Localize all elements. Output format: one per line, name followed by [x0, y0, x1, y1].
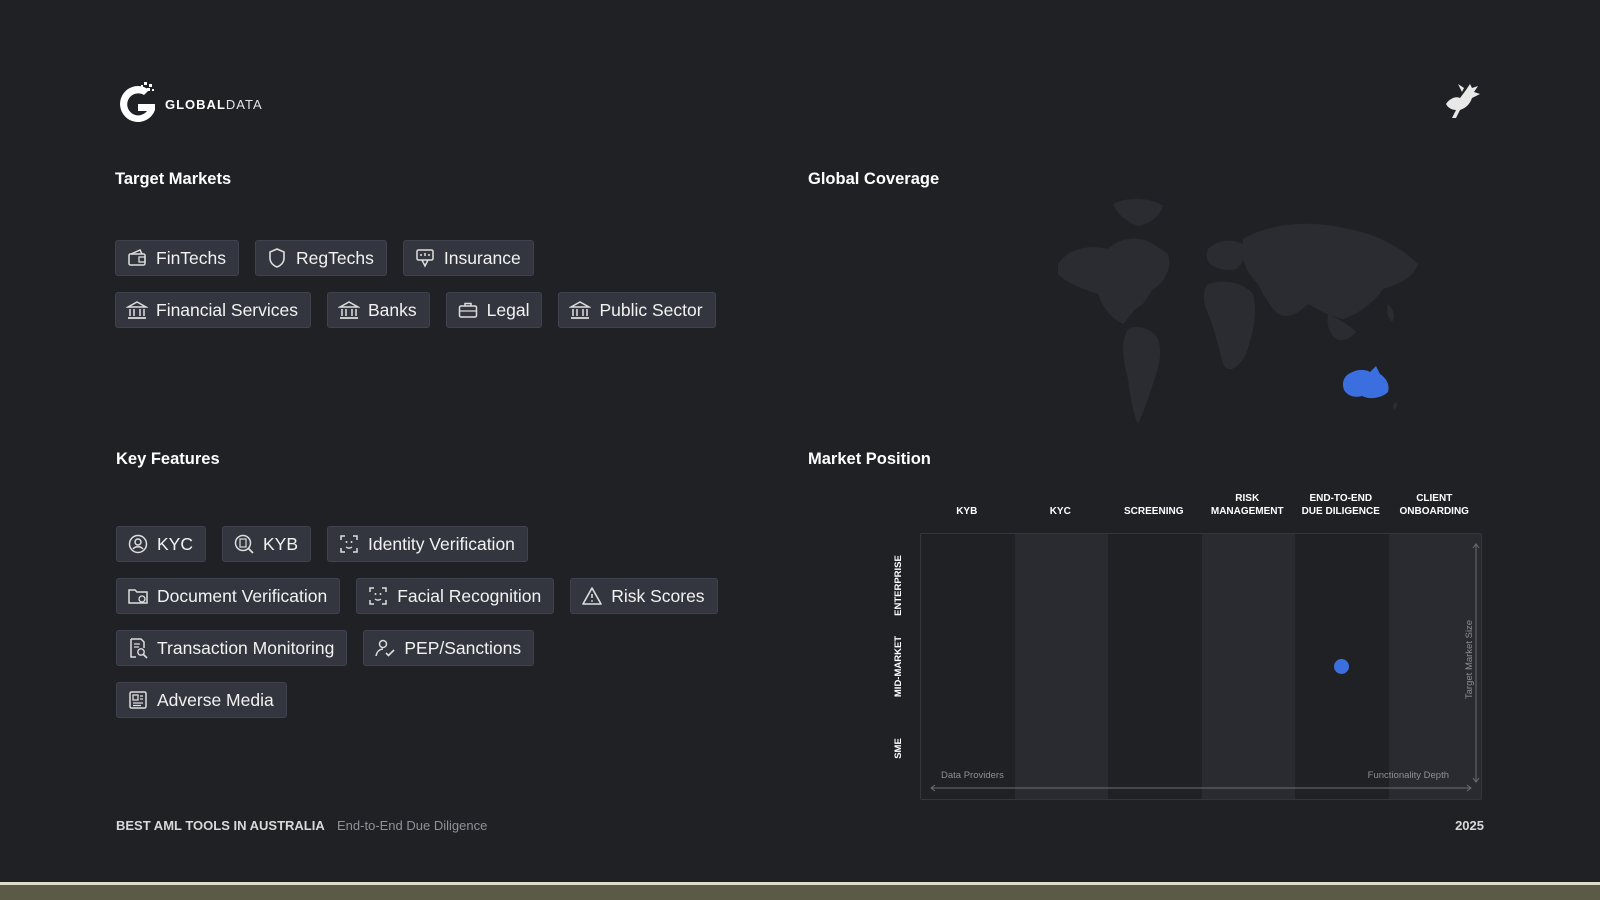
- column-header: SCREENING: [1124, 506, 1184, 517]
- market-position-title: Market Position: [808, 450, 931, 468]
- warning-icon: [581, 585, 603, 607]
- column-header: RISK MANAGEMENT: [1210, 493, 1284, 517]
- brand-wordmark: GLOBALDATA: [165, 96, 263, 112]
- australia-highlight: [1342, 366, 1389, 399]
- column-header: KYB: [956, 506, 978, 517]
- footer-title: BEST AML TOOLS IN AUSTRALIA: [116, 818, 325, 833]
- target-markets-title: Target Markets: [115, 170, 232, 188]
- chip-label: KYB: [262, 533, 299, 554]
- newspaper-icon: [127, 689, 149, 711]
- chip-fintechs[interactable]: FinTechs: [115, 240, 240, 276]
- chip-public-sector[interactable]: Public Sector: [558, 292, 716, 328]
- chip-label: Adverse Media: [157, 689, 274, 710]
- chip-label: Risk Scores: [611, 585, 705, 606]
- chip-label: Facial Recognition: [397, 585, 542, 606]
- chip-banks[interactable]: Banks: [327, 292, 430, 328]
- user-check-icon: [374, 637, 396, 659]
- document-search-icon: [127, 637, 149, 659]
- chip-label: KYC: [157, 533, 193, 554]
- bank-icon: [338, 299, 360, 321]
- face-scan-icon: [338, 533, 360, 555]
- row-label: MID-MARKET: [892, 635, 904, 697]
- chip-label: Financial Services: [156, 299, 298, 320]
- chip-kyb[interactable]: KYB: [221, 526, 312, 562]
- chip-label: PEP/Sanctions: [404, 637, 522, 658]
- chip-label: FinTechs: [156, 247, 227, 268]
- chip-label: Legal: [486, 299, 530, 320]
- chip-kyc[interactable]: KYC: [116, 526, 206, 562]
- footer-subtitle: End-to-End Due Diligence: [337, 818, 488, 833]
- chip-label: Transaction Monitoring: [157, 637, 335, 658]
- axis-arrows: [930, 543, 1480, 792]
- chip-legal[interactable]: Legal: [445, 292, 543, 328]
- chip-risk-scores[interactable]: Risk Scores: [570, 578, 718, 614]
- wallet-icon: [126, 247, 148, 269]
- chip-label: Insurance: [443, 247, 521, 268]
- shield-icon: [266, 247, 288, 269]
- footer-year: 2025: [1455, 818, 1484, 833]
- column-header: KYC: [1049, 506, 1071, 517]
- market-position-grid: Data Providers Functionality Depth Targe…: [920, 533, 1482, 800]
- chip-financial-services[interactable]: Financial Services: [115, 292, 311, 328]
- world-map: [1058, 198, 1418, 424]
- chip-label: Banks: [368, 299, 417, 320]
- folder-icon: [127, 585, 149, 607]
- insurance-icon: [414, 247, 436, 269]
- building-search-icon: [233, 533, 255, 555]
- chip-pep-sanctions[interactable]: PEP/Sanctions: [363, 630, 535, 666]
- user-search-icon: [127, 533, 149, 555]
- chip-label: RegTechs: [296, 247, 374, 268]
- chip-facial-recognition[interactable]: Facial Recognition: [356, 578, 555, 614]
- chip-adverse-media[interactable]: Adverse Media: [116, 682, 287, 718]
- key-features-list: KYC KYB Identity Verification Document Veri…: [116, 526, 736, 734]
- chip-label: Public Sector: [599, 299, 703, 320]
- chip-transaction-monitoring[interactable]: Transaction Monitoring: [116, 630, 348, 666]
- chip-insurance[interactable]: Insurance: [402, 240, 534, 276]
- globaldata-g-icon: [120, 82, 155, 122]
- column-header: END-TO-END DUE DILIGENCE: [1301, 493, 1380, 517]
- chip-regtechs[interactable]: RegTechs: [255, 240, 387, 276]
- pegasus-rider-icon: [1446, 84, 1480, 118]
- chip-label: Document Verification: [157, 585, 328, 606]
- bank-icon: [569, 299, 592, 321]
- target-markets-list: FinTechs RegTechs Insurance Financial Servi…: [115, 240, 755, 344]
- chip-label: Identity Verification: [368, 533, 515, 554]
- column-header: CLIENT ONBOARDING: [1399, 493, 1469, 517]
- chip-identity-verification[interactable]: Identity Verification: [327, 526, 528, 562]
- key-features-title: Key Features: [116, 450, 220, 468]
- row-label: SME: [892, 737, 904, 759]
- chip-document-verification[interactable]: Document Verification: [116, 578, 341, 614]
- globaldata-logo: GLOBALDATA: [114, 80, 263, 128]
- bank-icon: [126, 299, 148, 321]
- face-scan-icon: [367, 585, 389, 607]
- global-coverage-title: Global Coverage: [808, 170, 940, 188]
- row-label: ENTERPRISE: [892, 554, 904, 616]
- bottom-bar: [0, 882, 1600, 900]
- briefcase-icon: [457, 299, 479, 321]
